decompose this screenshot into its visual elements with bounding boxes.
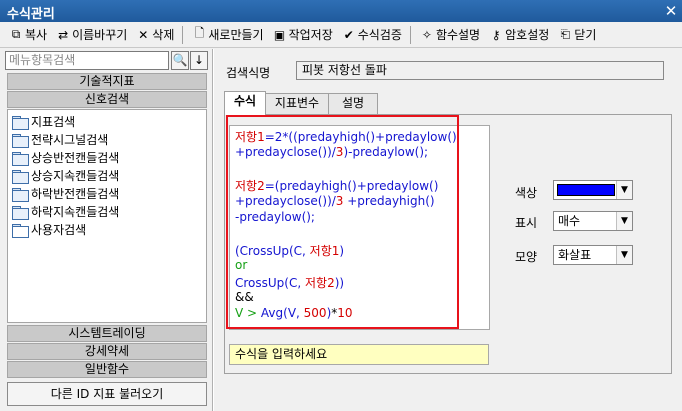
delete-label: 삭제 <box>152 28 175 42</box>
new-document-icon: 🗋 <box>194 26 205 40</box>
group-signal-search[interactable]: 신호검색 <box>7 91 207 108</box>
color-select[interactable]: ▼ <box>553 180 633 200</box>
key-icon: ⚷ <box>491 27 501 42</box>
window-title: 수식관리 <box>7 7 55 22</box>
folder-icon <box>12 169 29 184</box>
chevron-down-icon: ▼ <box>616 212 632 230</box>
rename-button[interactable]: ⇄ 이름바꾸기 <box>51 24 131 46</box>
shape-value: 화살표 <box>558 248 592 262</box>
group-system-trading[interactable]: 시스템트레이딩 <box>7 325 207 342</box>
search-name-field[interactable]: 피봇 저항선 돌파 <box>296 61 664 80</box>
color-label: 색상 <box>515 186 538 200</box>
folder-icon <box>12 151 29 166</box>
tree-item-label: 사용자검색 <box>31 223 87 237</box>
tree-item-label: 지표검색 <box>31 115 76 129</box>
color-swatch <box>557 184 615 196</box>
close-icon[interactable]: ✕ <box>660 1 682 21</box>
password-button[interactable]: ⚷ 암호설정 <box>484 24 553 46</box>
tree-item-user-search[interactable]: 사용자검색 <box>12 221 86 238</box>
search-icon: 🔍 <box>172 53 188 67</box>
copy-label: 복사 <box>25 28 48 42</box>
tree-item-label: 상승반전캔들검색 <box>31 151 120 165</box>
shape-select[interactable]: 화살표 ▼ <box>553 245 633 265</box>
func-help-button[interactable]: ✧ 함수설명 <box>415 24 484 46</box>
toolbar-divider <box>409 25 411 44</box>
arrow-down-icon: ↓ <box>193 53 205 67</box>
save-icon: ▣ <box>273 27 286 42</box>
tab-description[interactable]: 설명 <box>328 93 378 114</box>
menu-search-input[interactable]: 메뉴항목검색 <box>5 51 169 70</box>
load-other-id-button[interactable]: 다른 ID 지표 불러오기 <box>7 382 207 406</box>
tab-formula[interactable]: 수식 <box>224 91 266 115</box>
group-technical-indicators[interactable]: 기술적지표 <box>7 73 207 90</box>
copy-icon: ⧉ <box>11 27 21 41</box>
func-help-label: 함수설명 <box>435 28 481 42</box>
checkmark-icon: ✔ <box>343 27 354 42</box>
title-bar: 수식관리 ✕ <box>0 0 682 22</box>
tree-item-label: 전략시그널검색 <box>31 133 109 147</box>
display-label: 표시 <box>515 216 538 230</box>
copy-button[interactable]: ⧉ 복사 <box>4 24 51 46</box>
group-general-functions[interactable]: 일반함수 <box>7 361 207 378</box>
new-button[interactable]: 🗋 새로만들기 <box>187 24 267 46</box>
tree-item-bullish-reversal[interactable]: 상승반전캔들검색 <box>12 149 119 166</box>
chevron-down-icon: ▼ <box>616 246 632 264</box>
formula-highlight-box <box>226 115 459 329</box>
tree-item-bearish-reversal[interactable]: 하락반전캔들검색 <box>12 185 119 202</box>
formula-hint: 수식을 입력하세요 <box>229 344 489 365</box>
toolbar: ⧉ 복사 ⇄ 이름바꾸기 ✕ 삭제 🗋 새로만들기 ▣ 작업저장 ✔ 수식검증 ✧ 함수설명 … <box>0 22 682 48</box>
password-label: 암호설정 <box>505 28 550 42</box>
folder-icon <box>12 133 29 148</box>
tab-indicator-variables[interactable]: 지표변수 <box>265 93 329 114</box>
expand-button[interactable]: ↓ <box>190 51 208 70</box>
tree-item-indicator-search[interactable]: 지표검색 <box>12 113 75 130</box>
rename-icon: ⇄ <box>58 27 69 42</box>
group-strength-weakness[interactable]: 강세약세 <box>7 343 207 360</box>
tree-item-strategy-signal[interactable]: 전략시그널검색 <box>12 131 108 148</box>
open-folder-icon <box>12 223 29 238</box>
search-button[interactable]: 🔍 <box>171 51 189 70</box>
verify-label: 수식검증 <box>357 28 402 42</box>
door-icon: ⎗ <box>560 27 571 41</box>
save-button[interactable]: ▣ 작업저장 <box>268 24 337 46</box>
folder-icon <box>12 205 29 220</box>
folder-icon <box>12 115 29 130</box>
folder-icon <box>12 187 29 202</box>
close-button[interactable]: ⎗ 닫기 <box>553 24 600 46</box>
chevron-down-icon: ▼ <box>616 181 632 199</box>
tree-item-label: 상승지속캔들검색 <box>31 169 120 183</box>
display-select[interactable]: 매수 ▼ <box>553 211 633 231</box>
save-label: 작업저장 <box>288 28 333 42</box>
verify-button[interactable]: ✔ 수식검증 <box>337 24 406 46</box>
shape-label: 모양 <box>515 250 538 264</box>
tree-item-bullish-continuation[interactable]: 상승지속캔들검색 <box>12 167 119 184</box>
magic-wand-icon: ✧ <box>421 27 432 42</box>
delete-button[interactable]: ✕ 삭제 <box>131 24 178 46</box>
tree-item-label: 하락반전캔들검색 <box>31 187 120 201</box>
close-label: 닫기 <box>574 28 597 42</box>
delete-icon: ✕ <box>138 27 149 42</box>
display-value: 매수 <box>558 214 581 228</box>
new-label: 새로만들기 <box>208 28 264 42</box>
panel-splitter[interactable] <box>212 49 214 411</box>
toolbar-divider <box>182 25 184 44</box>
left-panel: 메뉴항목검색 🔍 ↓ 기술적지표 신호검색 지표검색 전략시그널검색 상승반전캔… <box>3 49 211 409</box>
tree-item-label: 하락지속캔들검색 <box>31 205 120 219</box>
tree-item-bearish-continuation[interactable]: 하락지속캔들검색 <box>12 203 119 220</box>
rename-label: 이름바꾸기 <box>72 28 128 42</box>
name-label: 검색식명 <box>226 66 271 80</box>
search-tree: 지표검색 전략시그널검색 상승반전캔들검색 상승지속캔들검색 하락반전캔들검색 … <box>7 109 207 323</box>
